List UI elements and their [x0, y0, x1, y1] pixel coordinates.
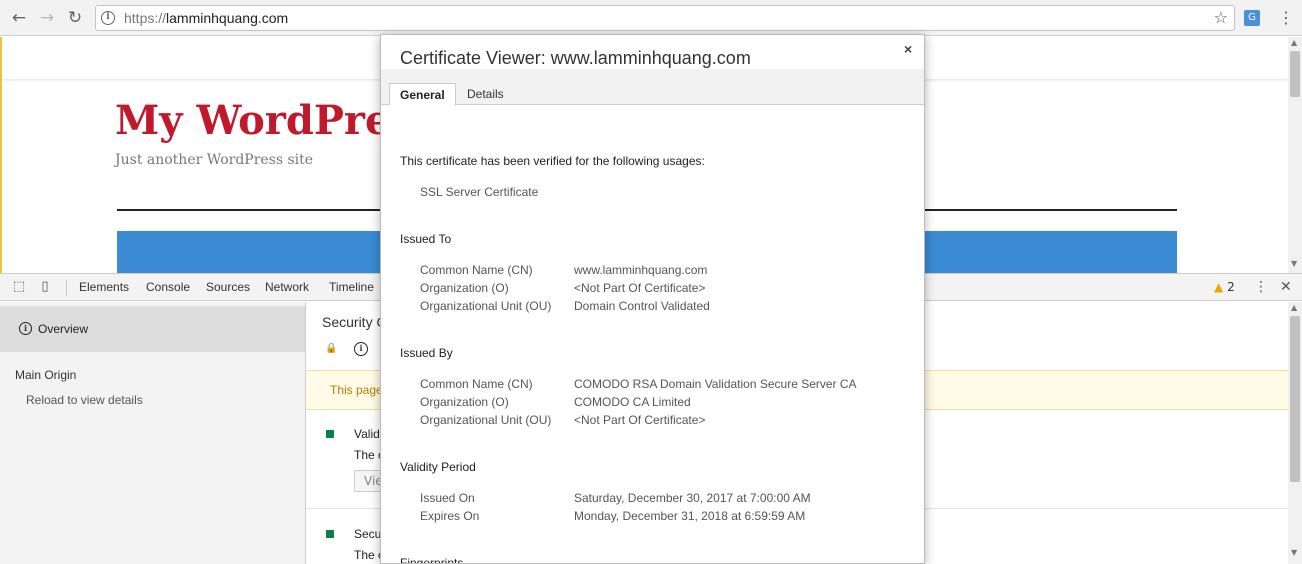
issued-to-cn-label: Common Name (CN): [420, 263, 533, 277]
scrollbar-thumb[interactable]: [1290, 51, 1300, 97]
tab-details[interactable]: Details: [457, 83, 514, 106]
scroll-down-icon[interactable]: ▼: [1291, 259, 1297, 268]
info-icon: i: [354, 342, 368, 356]
issued-to-ou-label: Organizational Unit (OU): [420, 299, 552, 313]
issued-to-cn-value: www.lamminhquang.com: [574, 263, 708, 277]
issued-on-label: Issued On: [420, 491, 475, 505]
tab-general[interactable]: General: [389, 83, 456, 106]
issued-by-ou-value: <Not Part Of Certificate>: [574, 413, 706, 427]
url-scheme: https://: [124, 10, 167, 26]
tab-network[interactable]: Network: [265, 280, 309, 294]
dialog-header: Certificate Viewer: www.lamminhquang.com…: [381, 35, 924, 69]
tab-sources[interactable]: Sources: [206, 280, 250, 294]
devtools-close-icon[interactable]: ✕: [1280, 279, 1292, 295]
validity-row-title: Validi: [354, 427, 383, 441]
forward-icon[interactable]: →: [37, 8, 57, 28]
issued-to-heading: Issued To: [400, 232, 452, 246]
reload-icon[interactable]: ↻: [65, 8, 85, 28]
issued-by-heading: Issued By: [400, 346, 453, 360]
security-sidebar: i Overview Main Origin Reload to view de…: [0, 302, 306, 564]
validity-heading: Validity Period: [400, 460, 476, 474]
issued-by-ou-label: Organizational Unit (OU): [420, 413, 552, 427]
issued-by-o-value: COMODO CA Limited: [574, 395, 691, 409]
issued-on-value: Saturday, December 30, 2017 at 7:00:00 A…: [574, 491, 811, 505]
info-icon: i: [19, 322, 32, 335]
reload-details-link[interactable]: Reload to view details: [26, 393, 143, 407]
fingerprints-heading: Fingerprints: [400, 556, 464, 564]
device-toolbar-icon[interactable]: ▯: [38, 280, 52, 294]
main-origin-label: Main Origin: [15, 368, 77, 382]
usage-text: SSL Server Certificate: [420, 185, 539, 199]
secure-row-title: Secu: [354, 527, 382, 541]
expires-on-value: Monday, December 31, 2018 at 6:59:59 AM: [574, 509, 806, 523]
devtools-scrollbar[interactable]: ▲ ▼: [1288, 302, 1302, 564]
tab-elements[interactable]: Elements: [79, 280, 129, 294]
sidebar-item-overview[interactable]: i Overview: [0, 306, 305, 352]
warning-counter[interactable]: ▲ 2: [1214, 280, 1235, 294]
expires-on-label: Expires On: [420, 509, 480, 523]
scroll-down-icon[interactable]: ▼: [1291, 548, 1297, 557]
banner-text: This page: [330, 383, 383, 397]
issued-to-ou-value: Domain Control Validated: [574, 299, 710, 313]
browser-menu-icon[interactable]: ⋮: [1278, 8, 1294, 28]
issued-to-o-label: Organization (O): [420, 281, 509, 295]
scroll-up-icon[interactable]: ▲: [1291, 38, 1297, 47]
warning-count: 2: [1227, 280, 1235, 294]
browser-toolbar: ← → ↻ i https://lamminhquang.com ☆ G ⋮: [0, 0, 1302, 36]
security-heading: Security O: [322, 314, 388, 330]
address-bar[interactable]: i https://lamminhquang.com ☆: [95, 5, 1235, 31]
status-dot-icon: [326, 530, 334, 538]
scrollbar-thumb[interactable]: [1290, 316, 1300, 482]
toolbar-separator: [66, 280, 67, 296]
issued-by-cn-value: COMODO RSA Domain Validation Secure Serv…: [574, 377, 857, 391]
issued-by-cn-label: Common Name (CN): [420, 377, 533, 391]
inspect-element-icon[interactable]: ⬚: [12, 280, 26, 294]
warning-icon: ▲: [1214, 280, 1224, 294]
certificate-viewer-dialog: Certificate Viewer: www.lamminhquang.com…: [380, 34, 925, 564]
bookmark-star-icon[interactable]: ☆: [1214, 8, 1228, 27]
verified-text: This certificate has been verified for t…: [400, 154, 705, 168]
close-icon[interactable]: ×: [904, 41, 912, 57]
dialog-title: Certificate Viewer: www.lamminhquang.com: [400, 48, 751, 68]
tab-timeline[interactable]: Timeline: [329, 280, 374, 294]
url-text[interactable]: https://lamminhquang.com: [124, 10, 288, 26]
issued-to-o-value: <Not Part Of Certificate>: [574, 281, 706, 295]
issued-by-o-label: Organization (O): [420, 395, 509, 409]
tab-console[interactable]: Console: [146, 280, 190, 294]
devtools-menu-icon[interactable]: ⋮: [1254, 279, 1268, 295]
dialog-body: This certificate has been verified for t…: [381, 106, 924, 563]
back-icon[interactable]: ←: [9, 8, 29, 28]
url-host: lamminhquang.com: [166, 10, 289, 26]
lock-icon: 🔒: [325, 343, 338, 354]
site-info-icon[interactable]: i: [101, 11, 115, 25]
site-description: Just another WordPress site: [115, 152, 314, 168]
sidebar-item-label: Overview: [38, 322, 89, 336]
page-scrollbar[interactable]: ▲ ▼: [1288, 37, 1302, 273]
status-dot-icon: [326, 430, 334, 438]
dialog-tabbar: General Details: [381, 69, 924, 106]
translate-extension-icon[interactable]: G: [1244, 10, 1260, 26]
scroll-up-icon[interactable]: ▲: [1291, 303, 1297, 312]
